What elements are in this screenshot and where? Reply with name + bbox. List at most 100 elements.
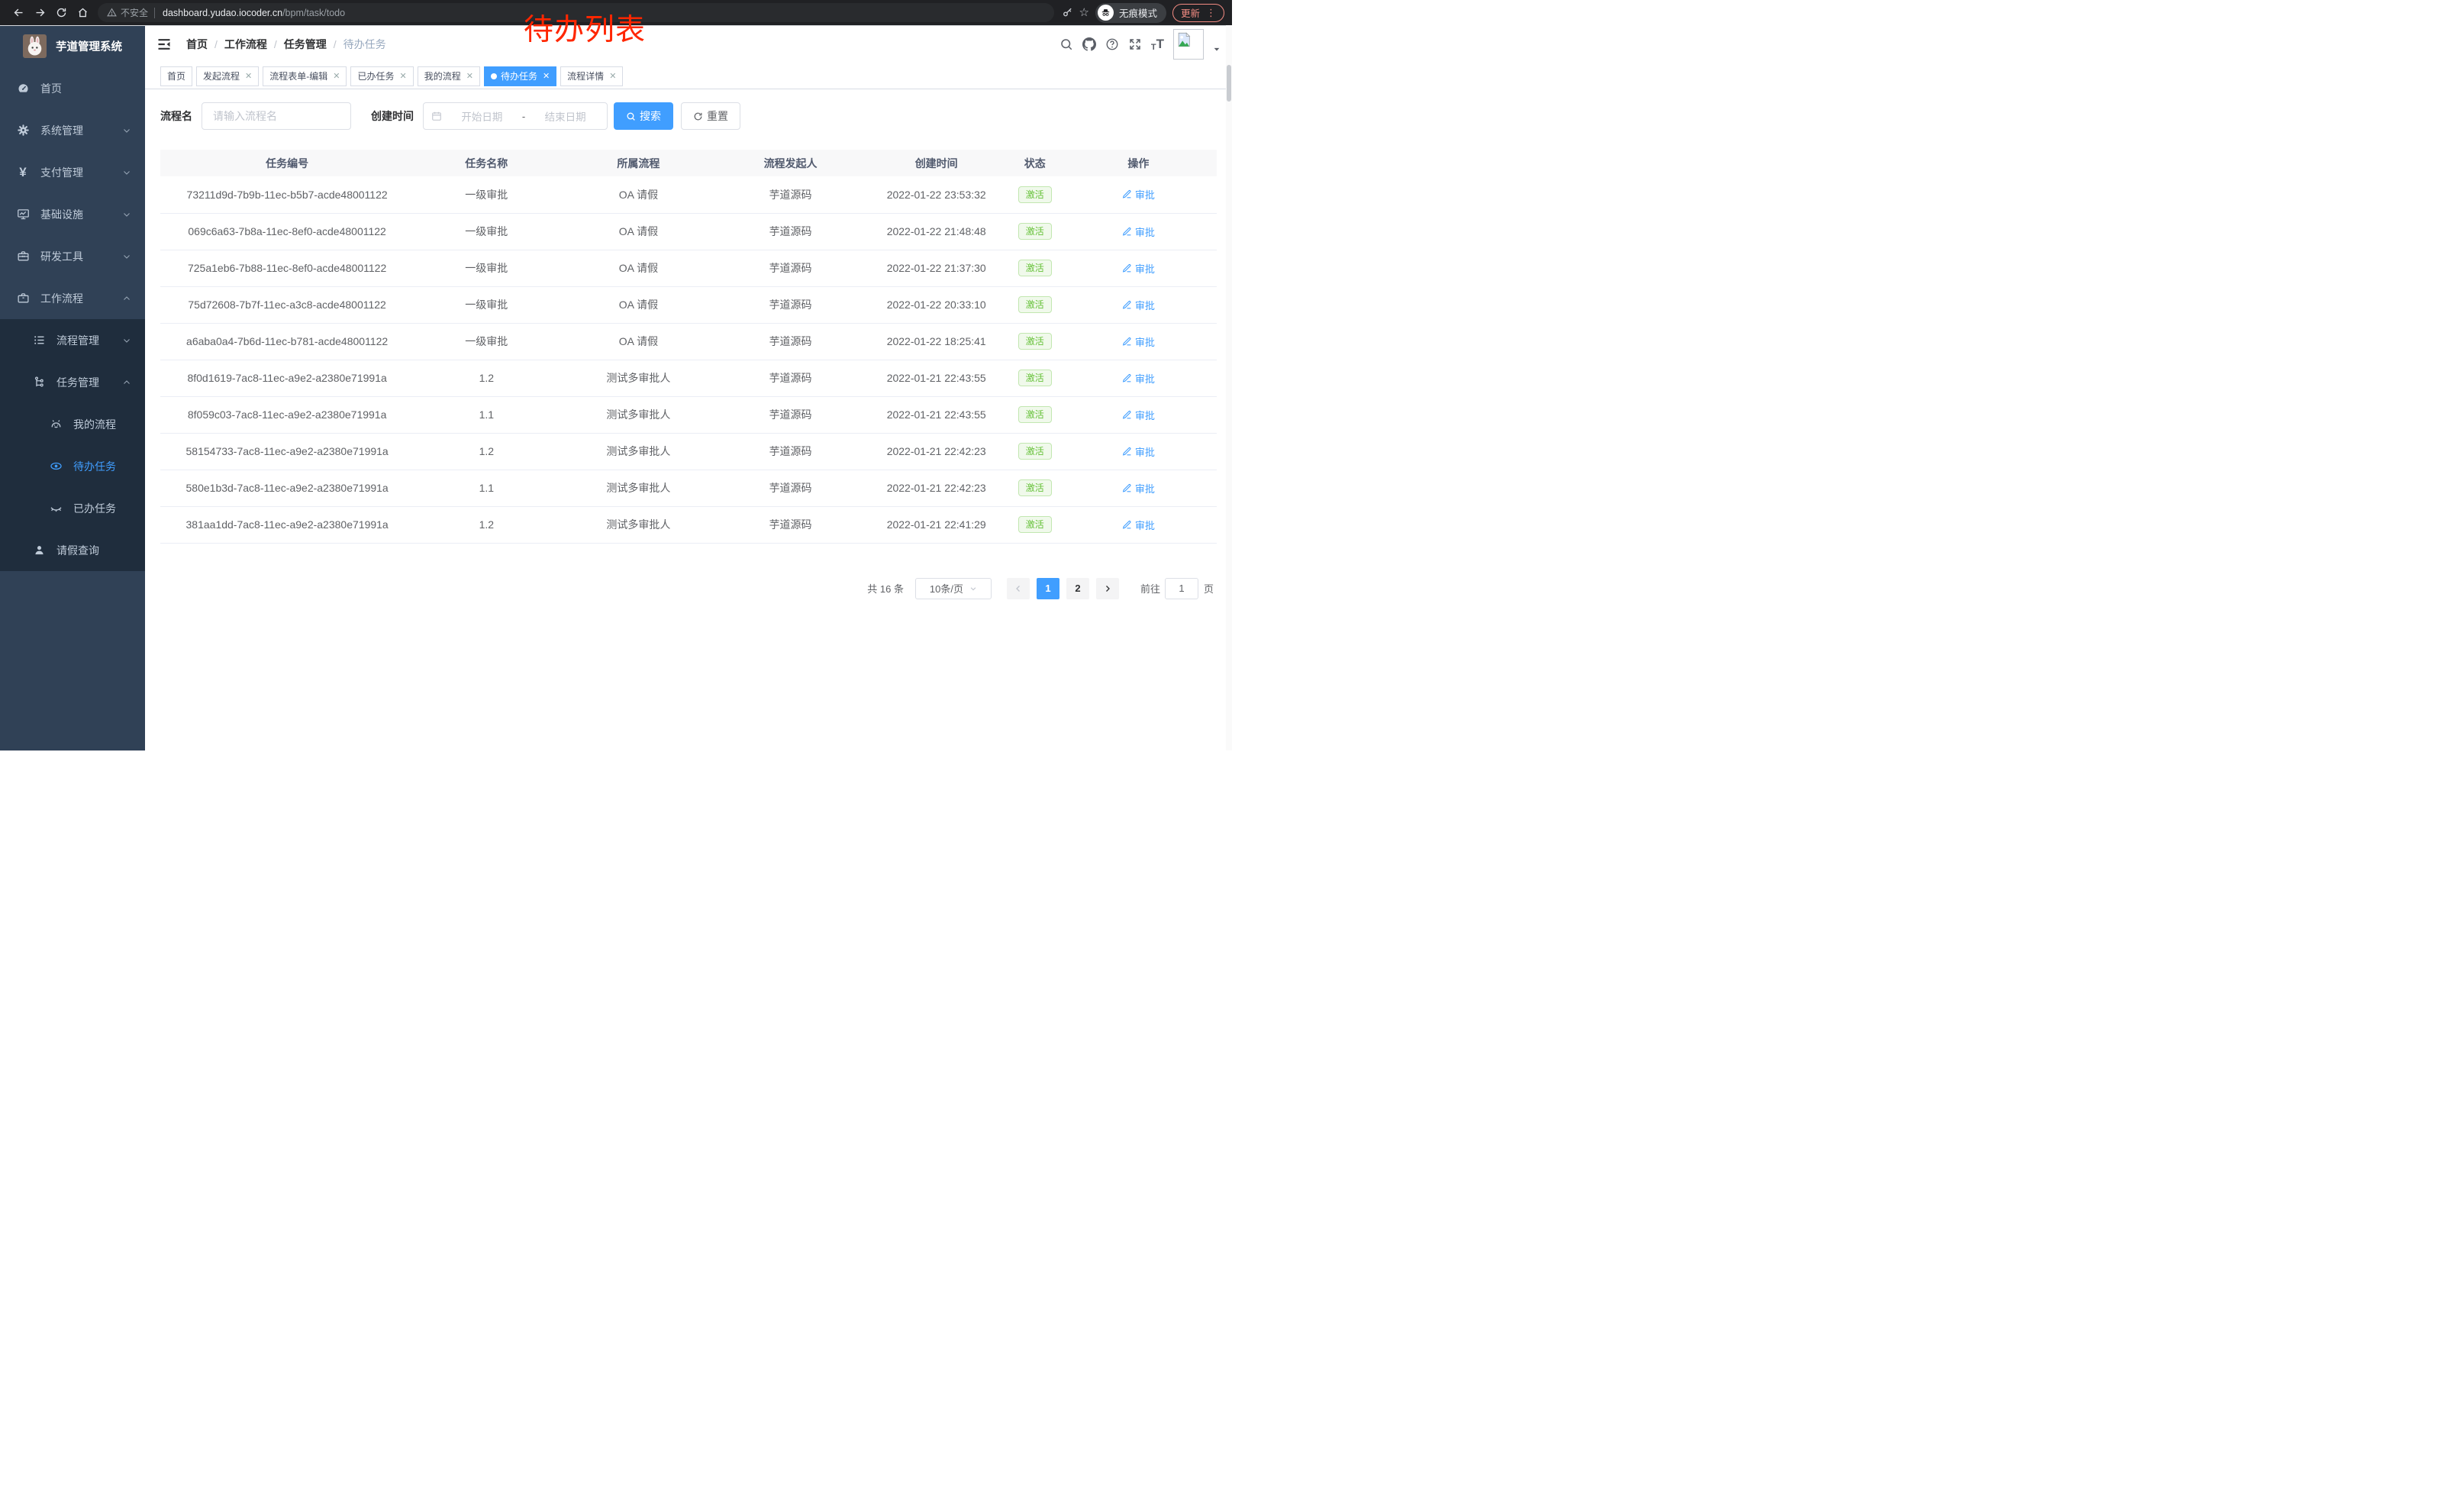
approve-link[interactable]: 审批 [1122, 518, 1155, 532]
breadcrumb-item-任务管理[interactable]: 任务管理 [284, 37, 327, 52]
cell-action: 审批 [1060, 323, 1217, 360]
close-icon[interactable]: ✕ [466, 71, 473, 81]
cell-starter: 芋道源码 [718, 286, 863, 323]
search-button[interactable]: 搜索 [614, 102, 673, 130]
page-scrollbar[interactable] [1226, 25, 1232, 750]
page-button-1[interactable]: 1 [1037, 578, 1059, 599]
sidebar-item-首页[interactable]: 首页 [0, 67, 145, 109]
tab-我的流程[interactable]: 我的流程✕ [418, 66, 480, 86]
cell-action: 审批 [1060, 176, 1217, 213]
sidebar-item-请假查询[interactable]: 请假查询 [0, 529, 145, 571]
approve-link[interactable]: 审批 [1122, 481, 1155, 495]
task-table: 任务编号任务名称所属流程流程发起人创建时间状态操作 73211d9d-7b9b-… [160, 150, 1217, 544]
chevron-down-icon [122, 210, 131, 219]
approve-link[interactable]: 审批 [1122, 224, 1155, 239]
tab-待办任务[interactable]: 待办任务✕ [484, 66, 556, 86]
github-icon[interactable] [1082, 37, 1096, 51]
approve-link[interactable]: 审批 [1122, 187, 1155, 202]
sidebar-item-流程管理[interactable]: 流程管理 [0, 319, 145, 361]
breadcrumb-separator: / [214, 38, 218, 50]
cell-task-name: 一级审批 [414, 286, 559, 323]
approve-link[interactable]: 审批 [1122, 298, 1155, 312]
cell-process: 测试多审批人 [559, 396, 718, 433]
more-menu-icon[interactable]: ⋮ [1206, 8, 1216, 18]
sidebar-item-label: 我的流程 [73, 417, 145, 432]
scrollbar-thumb[interactable] [1227, 65, 1231, 102]
reset-button[interactable]: 重置 [681, 102, 740, 130]
sidebar-item-基础设施[interactable]: 基础设施 [0, 193, 145, 235]
caret-down-icon[interactable] [1213, 35, 1221, 53]
close-icon[interactable]: ✕ [399, 71, 406, 81]
sidebar-item-label: 系统管理 [40, 123, 122, 138]
close-icon[interactable]: ✕ [543, 71, 550, 81]
bookmark-star-icon[interactable]: ☆ [1079, 7, 1089, 18]
approve-link[interactable]: 审批 [1122, 261, 1155, 276]
approve-link[interactable]: 审批 [1122, 444, 1155, 459]
sidebar-item-研发工具[interactable]: 研发工具 [0, 235, 145, 277]
incognito-badge: 无痕模式 [1095, 3, 1166, 23]
reload-icon[interactable] [50, 2, 72, 24]
update-button[interactable]: 更新 ⋮ [1172, 4, 1224, 22]
security-label[interactable]: 不安全 [121, 6, 148, 19]
sidebar-collapse-icon[interactable] [156, 36, 173, 53]
sidebar-item-我的流程[interactable]: 我的流程 [0, 403, 145, 445]
forward-icon[interactable] [29, 2, 50, 24]
fullscreen-icon[interactable] [1128, 37, 1142, 51]
tab-首页[interactable]: 首页 [160, 66, 192, 86]
page-size-select[interactable]: 10条/页 [915, 578, 992, 599]
cell-task-id: 8f059c03-7ac8-11ec-a9e2-a2380e71991a [160, 396, 414, 433]
logo-row[interactable]: 芋道管理系统 [0, 25, 145, 67]
approve-link[interactable]: 审批 [1122, 371, 1155, 386]
sidebar-item-工作流程[interactable]: 工作流程 [0, 277, 145, 319]
tab-发起流程[interactable]: 发起流程✕ [196, 66, 259, 86]
page-button-2[interactable]: 2 [1066, 578, 1089, 599]
cell-action: 审批 [1060, 506, 1217, 543]
url-bar[interactable]: 不安全 dashboard.yudao.iocoder.cn/bpm/task/… [98, 3, 1054, 22]
page-unit-label: 页 [1204, 581, 1214, 596]
cell-action: 审批 [1060, 470, 1217, 506]
sidebar-item-任务管理[interactable]: 任务管理 [0, 361, 145, 403]
key-icon[interactable] [1062, 7, 1073, 18]
close-icon[interactable]: ✕ [333, 71, 340, 81]
date-range-picker[interactable]: 开始日期 - 结束日期 [423, 102, 608, 130]
avatar[interactable] [1173, 29, 1204, 60]
breadcrumb-item-工作流程[interactable]: 工作流程 [224, 37, 267, 52]
tab-流程表单-编辑[interactable]: 流程表单-编辑✕ [263, 66, 347, 86]
sidebar-item-待办任务[interactable]: 待办任务 [0, 445, 145, 487]
header-actions: TT [1059, 29, 1221, 60]
sidebar-item-已办任务[interactable]: 已办任务 [0, 487, 145, 529]
breadcrumb-item-首页[interactable]: 首页 [186, 37, 208, 52]
tab-流程详情[interactable]: 流程详情✕ [560, 66, 623, 86]
approve-link[interactable]: 审批 [1122, 408, 1155, 422]
search-icon[interactable] [1059, 37, 1073, 51]
font-size-icon[interactable]: TT [1151, 37, 1164, 52]
sidebar-item-label: 已办任务 [73, 501, 145, 516]
sidebar-item-支付管理[interactable]: ¥支付管理 [0, 151, 145, 193]
gear-icon [16, 124, 30, 137]
cell-created-time: 2022-01-21 22:43:55 [863, 360, 1010, 396]
table-row: 75d72608-7b7f-11ec-a3c8-acde48001122一级审批… [160, 286, 1217, 323]
cell-task-name: 1.2 [414, 506, 559, 543]
process-name-input[interactable] [202, 102, 351, 130]
cell-task-id: 580e1b3d-7ac8-11ec-a9e2-a2380e71991a [160, 470, 414, 506]
app-title: 芋道管理系统 [56, 38, 122, 54]
status-badge: 激活 [1018, 186, 1052, 203]
approve-link[interactable]: 审批 [1122, 334, 1155, 349]
home-icon[interactable] [72, 2, 93, 24]
table-body: 73211d9d-7b9b-11ec-b5b7-acde48001122一级审批… [160, 176, 1217, 543]
tab-label: 已办任务 [357, 69, 394, 82]
sidebar-item-系统管理[interactable]: 系统管理 [0, 109, 145, 151]
url-divider [154, 8, 155, 18]
tree-icon [32, 376, 46, 389]
cell-starter: 芋道源码 [718, 506, 863, 543]
back-icon[interactable] [8, 2, 29, 24]
goto-page-input[interactable] [1165, 578, 1198, 599]
prev-page-button[interactable] [1007, 578, 1030, 599]
close-icon[interactable]: ✕ [245, 71, 252, 81]
close-icon[interactable]: ✕ [609, 71, 616, 81]
cell-task-id: 381aa1dd-7ac8-11ec-a9e2-a2380e71991a [160, 506, 414, 543]
tab-已办任务[interactable]: 已办任务 ✕ [350, 66, 413, 86]
next-page-button[interactable] [1096, 578, 1119, 599]
help-icon[interactable] [1105, 37, 1119, 51]
cell-status: 激活 [1010, 433, 1060, 470]
